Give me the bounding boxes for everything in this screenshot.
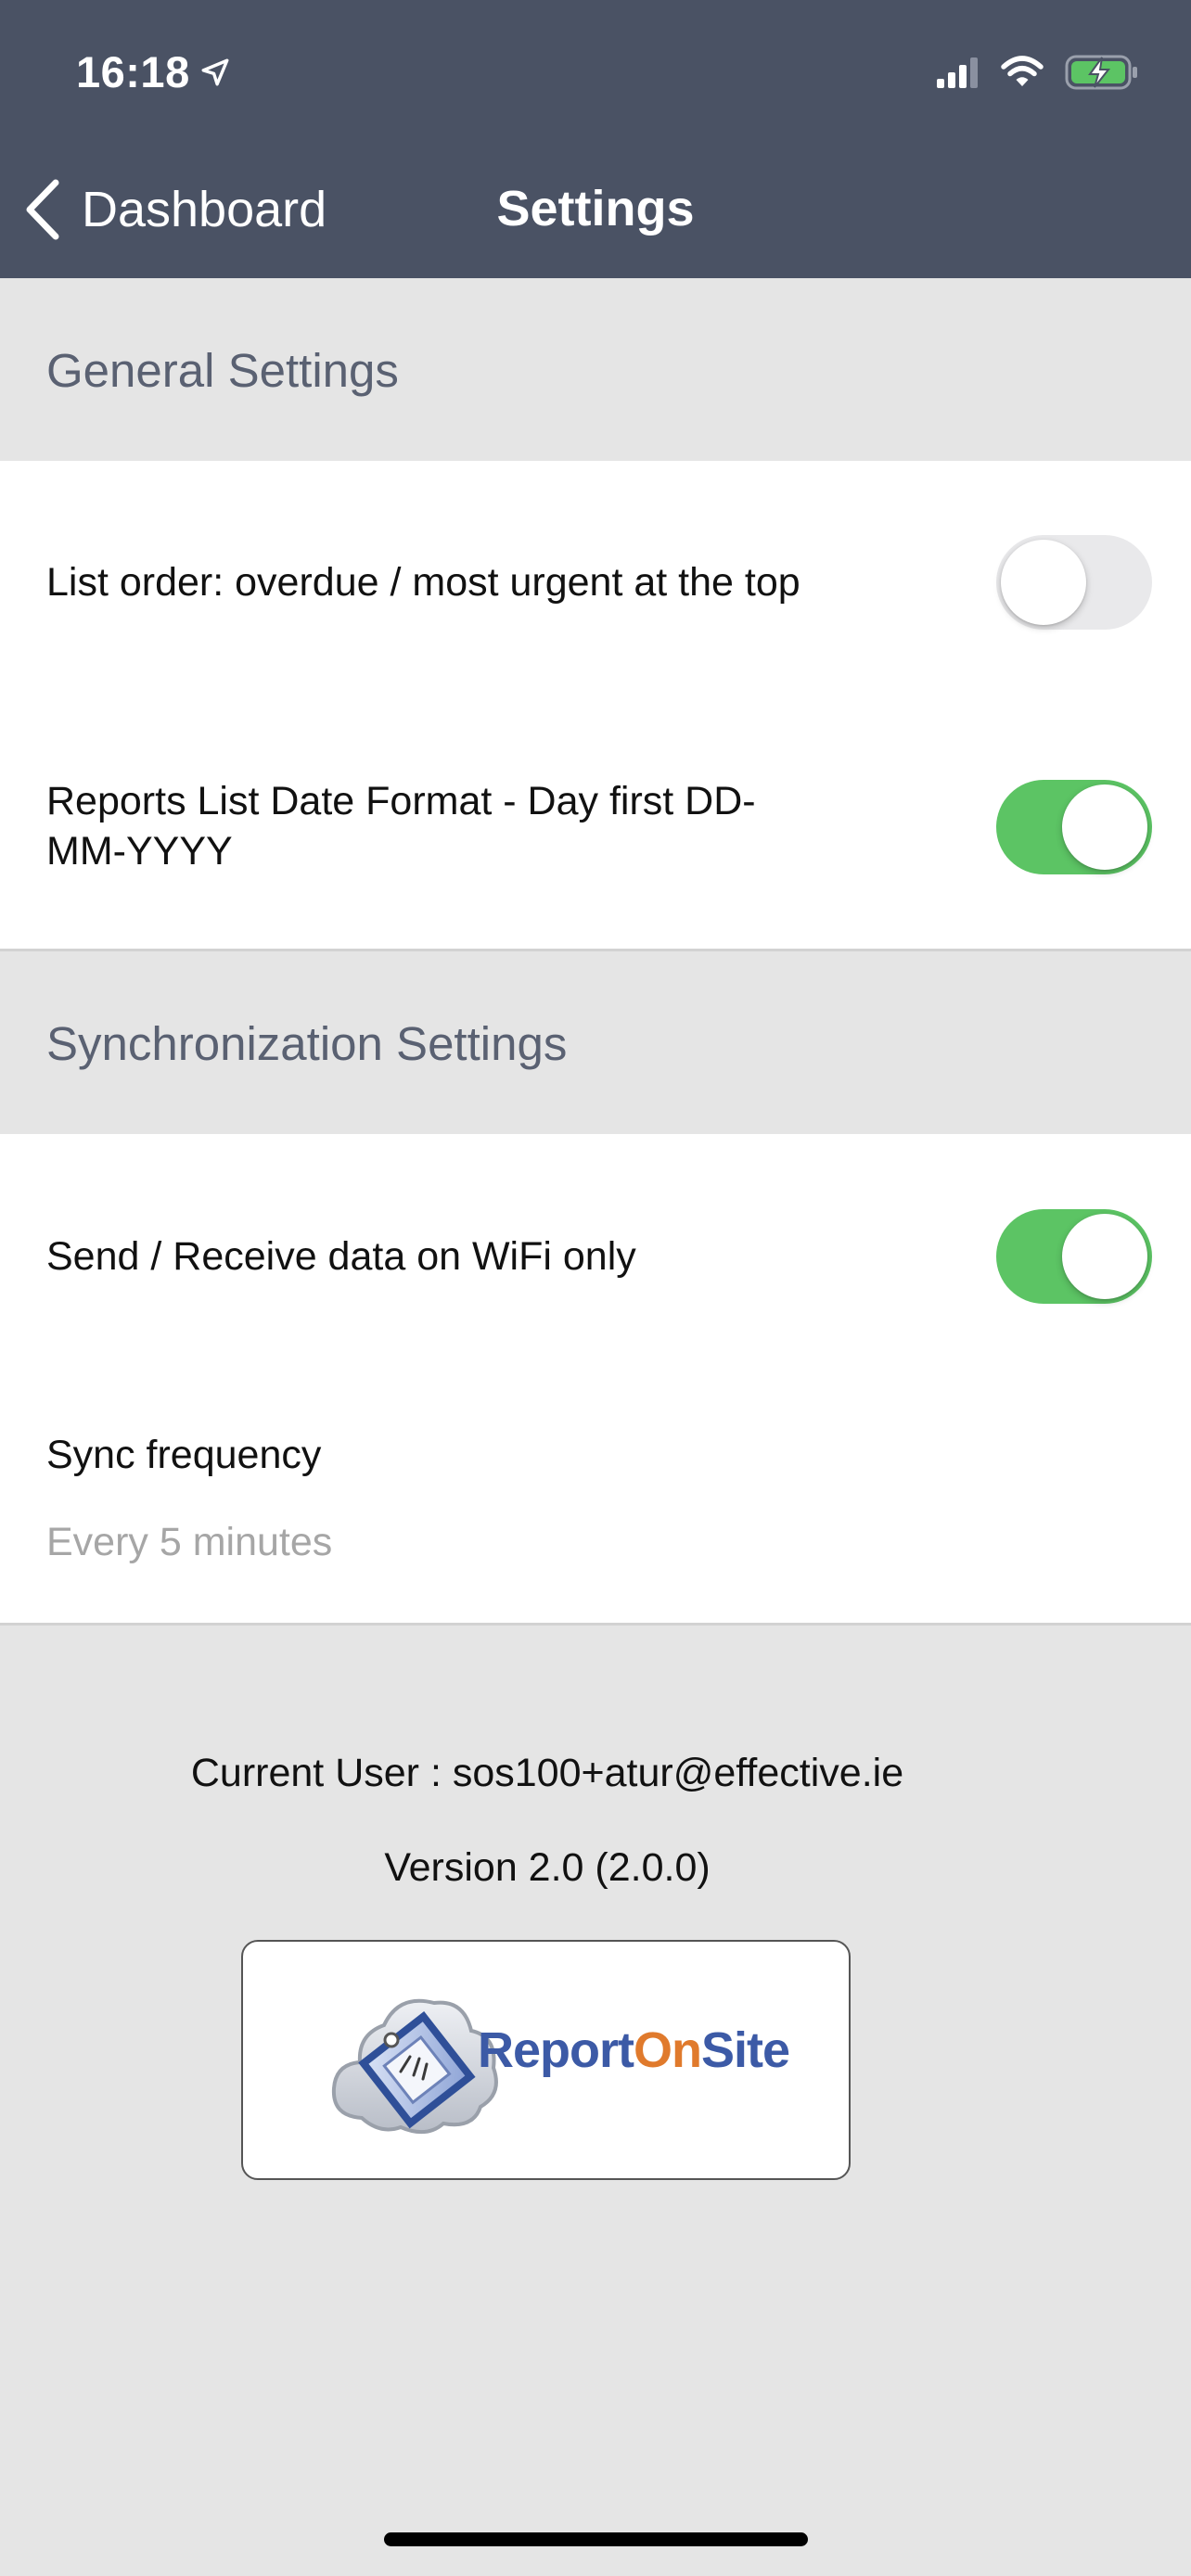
section-title-sync: Synchronization Settings xyxy=(46,1017,568,1070)
section-header-general: General Settings xyxy=(0,278,1191,461)
sync-settings-panel: Send / Receive data on WiFi only Sync fr… xyxy=(0,1134,1191,1626)
location-arrow-icon xyxy=(201,58,229,85)
logo-part-site: Site xyxy=(701,2022,790,2078)
logo-part-report: Report xyxy=(478,2022,634,2078)
section-title-general: General Settings xyxy=(46,344,399,397)
battery-charging-icon xyxy=(1065,55,1137,90)
company-logo: ReportOnSite xyxy=(241,1940,851,2180)
list-order-label: List order: overdue / most urgent at the… xyxy=(46,560,800,605)
sync-frequency-value: Every 5 minutes xyxy=(46,1520,333,1564)
page-title-label: Settings xyxy=(496,181,695,236)
wifi-only-toggle[interactable] xyxy=(996,1209,1152,1304)
nav-header: 16:18 Dashboard Settings xyxy=(0,0,1191,278)
status-time: 16:18 xyxy=(76,46,231,97)
logo-wordmark: ReportOnSite xyxy=(478,2021,790,2079)
status-icons xyxy=(937,54,1139,91)
list-order-toggle[interactable] xyxy=(996,535,1152,630)
date-format-label-line1: Reports List Date Format - Day first DD- xyxy=(46,779,756,823)
sync-frequency-row[interactable]: Sync frequency Every 5 minutes xyxy=(0,1384,1191,1616)
toggle-knob xyxy=(1062,1214,1147,1299)
page-title: Settings xyxy=(0,180,1191,237)
signal-icon xyxy=(937,57,978,88)
home-indicator[interactable] xyxy=(384,2532,808,2546)
toggle-knob xyxy=(1062,784,1147,870)
toggle-knob xyxy=(1001,540,1086,625)
logo-part-on: On xyxy=(634,2022,702,2078)
current-user-text: Current User : sos100+atur@effective.ie xyxy=(190,1751,904,1795)
general-settings-panel: List order: overdue / most urgent at the… xyxy=(0,461,1191,951)
status-time-label: 16:18 xyxy=(76,47,190,96)
date-format-label-line2: MM-YYYY xyxy=(46,829,233,874)
sync-frequency-label: Sync frequency xyxy=(46,1433,322,1477)
wifi-icon xyxy=(1001,56,1044,86)
version-text: Version 2.0 (2.0.0) xyxy=(384,1845,711,1890)
section-header-sync: Synchronization Settings xyxy=(0,951,1191,1134)
wifi-only-label: Send / Receive data on WiFi only xyxy=(46,1234,636,1279)
date-format-toggle[interactable] xyxy=(996,780,1152,874)
date-format-label: Reports List Date Format - Day first DD-… xyxy=(46,776,756,876)
